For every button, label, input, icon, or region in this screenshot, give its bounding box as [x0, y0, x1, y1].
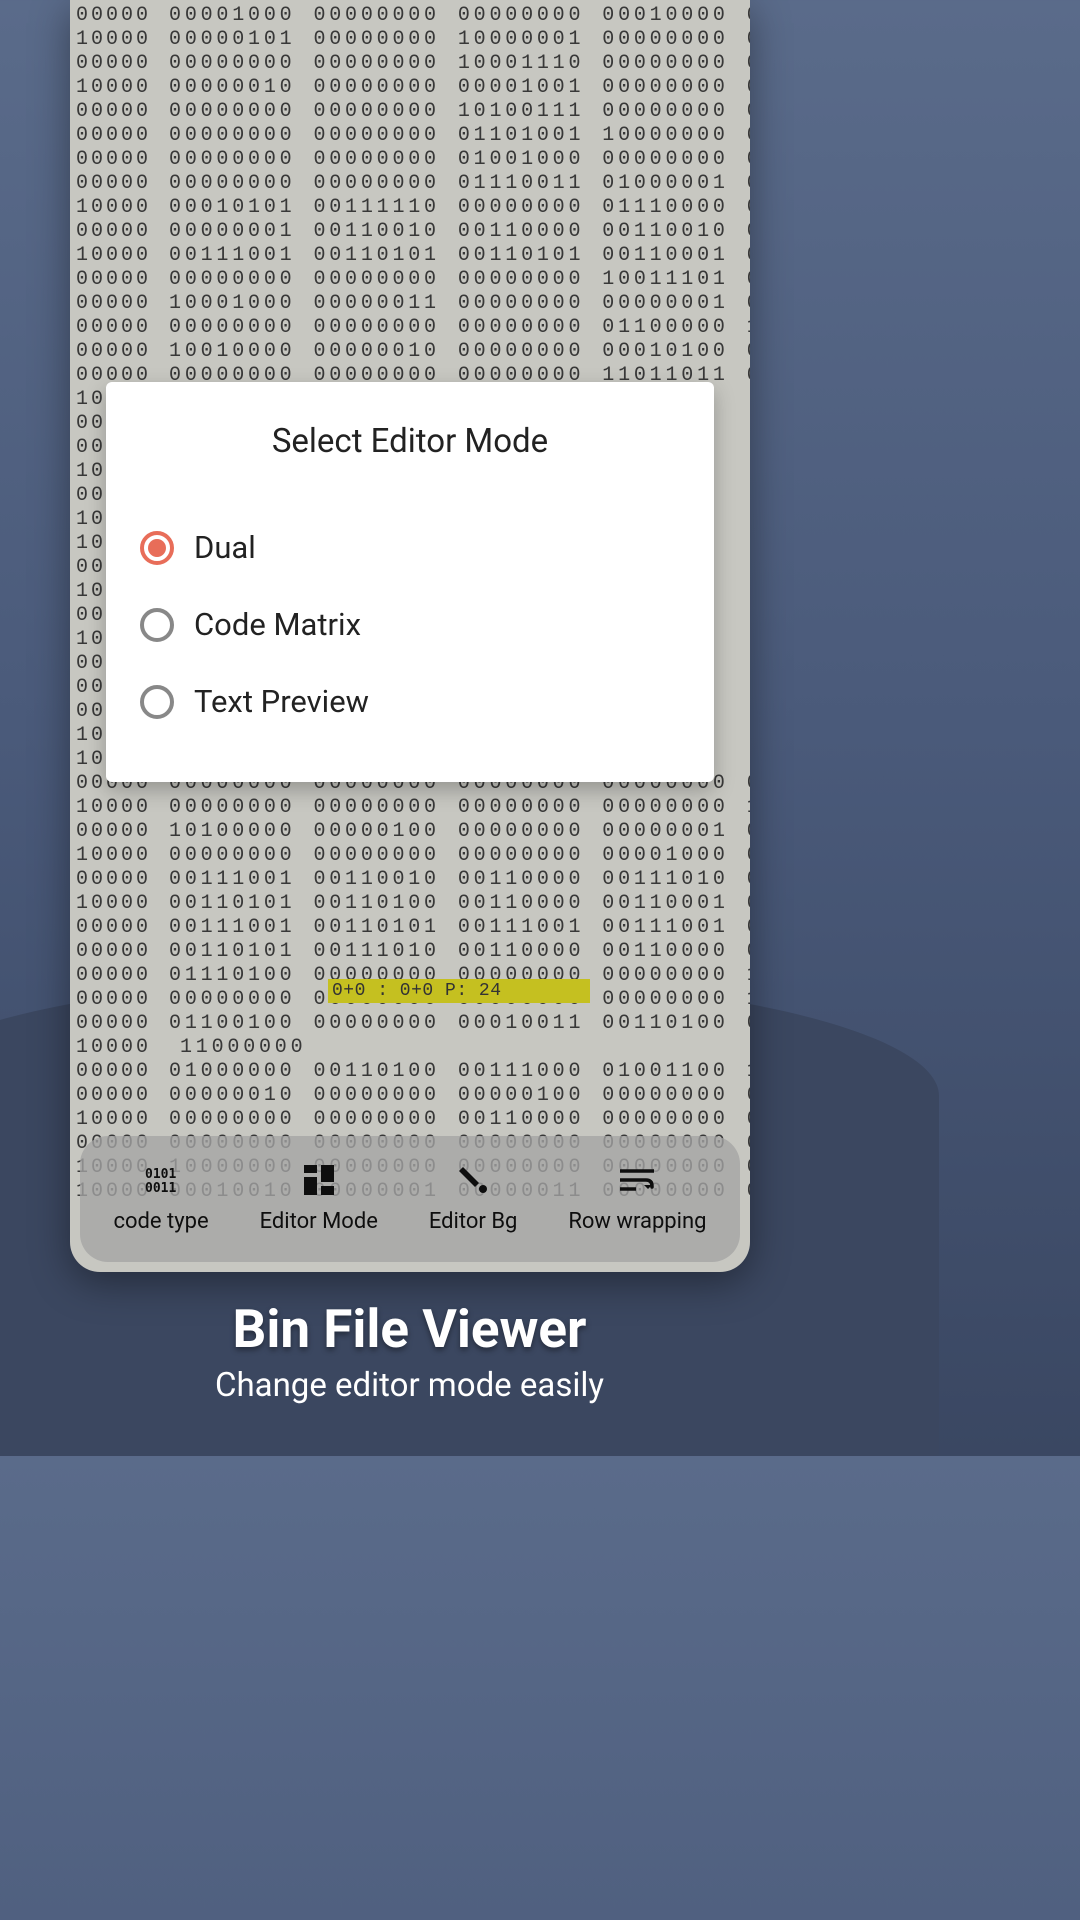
nav-code-type[interactable]: 01010011 code type — [113, 1165, 208, 1234]
promo-subtitle: Change editor mode easily — [0, 1366, 819, 1405]
nav-label: Row wrapping — [568, 1209, 706, 1234]
radio-icon — [140, 685, 174, 719]
wrap-icon — [619, 1165, 655, 1195]
paint-icon — [455, 1165, 491, 1195]
radio-icon — [140, 608, 174, 642]
promo-title: Bin File Viewer — [0, 1298, 819, 1360]
bottom-toolbar: 01010011 code type Editor Mode Editor Bg… — [80, 1136, 740, 1262]
radio-option-code-matrix[interactable]: Code Matrix — [140, 586, 680, 663]
nav-row-wrapping[interactable]: Row wrapping — [568, 1165, 706, 1234]
binary-icon: 01010011 — [143, 1165, 179, 1195]
editor-mode-dialog: Select Editor Mode Dual Code Matrix Text… — [106, 382, 714, 782]
radio-icon — [140, 531, 174, 565]
radio-label: Text Preview — [194, 683, 369, 720]
promo-text: Bin File Viewer Change editor mode easil… — [0, 1298, 819, 1405]
nav-editor-mode[interactable]: Editor Mode — [260, 1165, 378, 1234]
status-line-highlight: 0+0 : 0+0 P: 24 — [328, 979, 590, 1003]
device-frame: 0000000001000000000000000000000010000000… — [70, 0, 750, 1272]
nav-label: code type — [113, 1209, 208, 1234]
radio-option-text-preview[interactable]: Text Preview — [140, 663, 680, 740]
svg-text:0101: 0101 — [145, 1167, 176, 1182]
nav-label: Editor Bg — [429, 1209, 518, 1234]
nav-editor-bg[interactable]: Editor Bg — [429, 1165, 518, 1234]
svg-text:0011: 0011 — [145, 1181, 176, 1194]
grid-icon — [301, 1165, 337, 1195]
radio-label: Code Matrix — [194, 606, 361, 643]
radio-option-dual[interactable]: Dual — [140, 509, 680, 586]
nav-label: Editor Mode — [260, 1209, 378, 1234]
dialog-title: Select Editor Mode — [140, 422, 680, 461]
radio-label: Dual — [194, 529, 256, 566]
